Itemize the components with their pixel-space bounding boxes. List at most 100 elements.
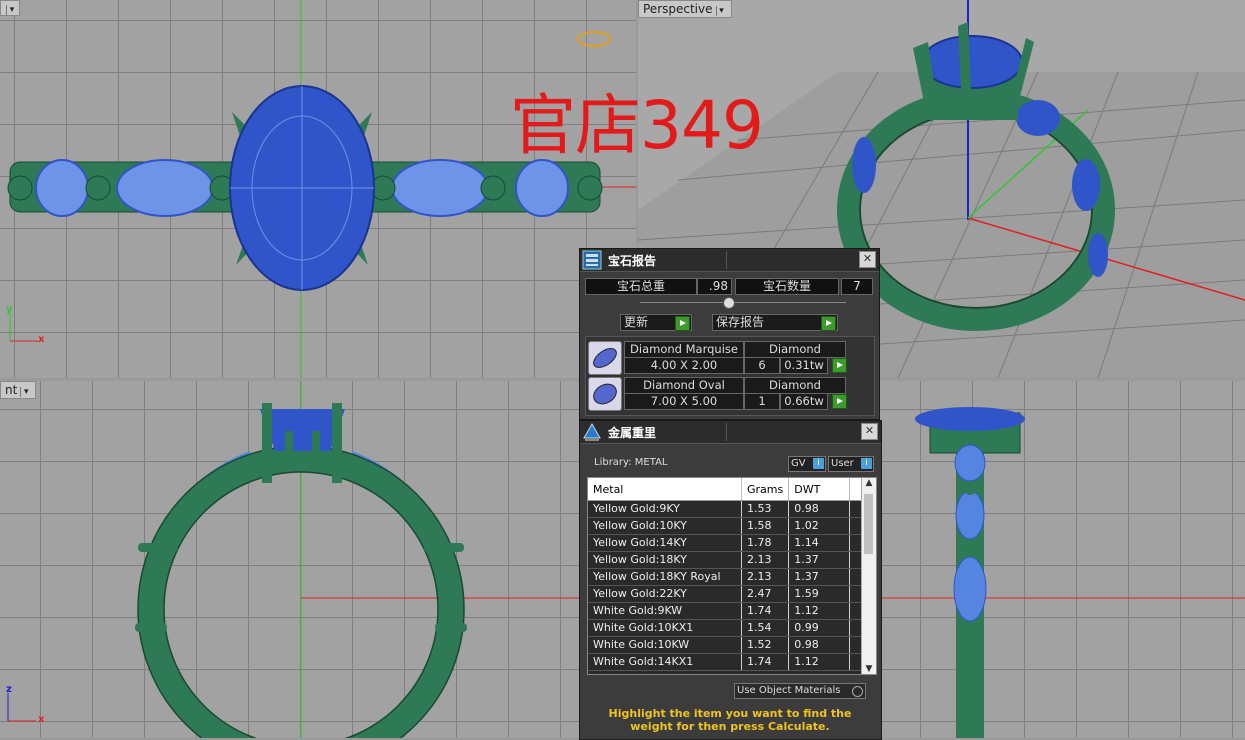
gem-row[interactable]: Diamond Oval Diamond 7.00 X 5.00 1 0.66t… [588, 377, 847, 411]
grams-cell: 1.74 [741, 653, 790, 671]
axis-y-label: y [6, 304, 13, 315]
dwt-cell: 1.37 [788, 568, 851, 586]
table-row[interactable]: White Gold:10KW 1.52 0.98 [588, 636, 872, 654]
titlebar-divider [726, 251, 727, 269]
gem-count-value: 7 [841, 278, 873, 295]
dwt-cell: 0.98 [788, 500, 851, 518]
gem-name: Diamond Marquise [624, 341, 744, 358]
gem-report-title: 宝石报告 [608, 254, 657, 268]
table-row[interactable]: White Gold:10KX1 1.54 0.99 [588, 619, 872, 637]
metal-cell: Yellow Gold:18KY [588, 551, 742, 569]
table-row[interactable]: Yellow Gold:14KY 1.78 1.14 [588, 534, 872, 552]
save-report-label: 保存报告 [716, 315, 765, 329]
grams-cell: 1.74 [741, 602, 790, 620]
play-icon[interactable] [832, 394, 847, 409]
metal-cell: Yellow Gold:10KY [588, 517, 742, 535]
metal-cell: White Gold:10KW [588, 636, 742, 654]
metal-weight-title: 金属重里 [608, 426, 657, 440]
metal-table: Metal Grams DWT Yellow Gold:9KY 1.53 0.98 Y… [588, 478, 872, 671]
close-icon[interactable]: ✕ [861, 423, 878, 440]
metal-table-container[interactable]: Metal Grams DWT Yellow Gold:9KY 1.53 0.98 Y… [587, 477, 877, 675]
info-icon: i [861, 458, 872, 469]
metal-cell: White Gold:14KX1 [588, 653, 742, 671]
top-viewport[interactable]: x y ▾ [0, 0, 636, 378]
play-icon [675, 316, 690, 331]
update-button[interactable]: 更新 [620, 314, 692, 331]
scroll-down-icon[interactable]: ▼ [862, 664, 876, 674]
update-label: 更新 [624, 315, 649, 329]
save-report-button[interactable]: 保存报告 [712, 314, 838, 331]
use-object-materials-label: Use Object Materials [737, 685, 841, 696]
gem-qty: 6 [744, 357, 780, 374]
front-view-label: nt [5, 383, 18, 397]
column-header-dwt[interactable]: DWT [788, 478, 851, 501]
dwt-cell: 1.12 [788, 653, 851, 671]
table-scrollbar[interactable]: ▲ ▼ [861, 478, 876, 674]
gv-label: GV [791, 458, 806, 469]
scroll-up-icon[interactable]: ▲ [862, 478, 876, 488]
column-header-metal[interactable]: Metal [588, 478, 742, 501]
top-view-menu[interactable]: ▾ [0, 0, 20, 16]
total-weight-value: .98 [697, 278, 732, 295]
close-icon[interactable]: ✕ [859, 251, 876, 268]
gem-row[interactable]: Diamond Marquise Diamond 4.00 X 2.00 6 0… [588, 341, 847, 375]
metal-cell: White Gold:9KW [588, 602, 742, 620]
use-object-materials-toggle[interactable]: Use Object Materials [734, 683, 866, 699]
grams-cell: 2.13 [741, 568, 790, 586]
play-icon[interactable] [832, 358, 847, 373]
slider-track[interactable] [640, 302, 846, 303]
dwt-cell: 0.98 [788, 636, 851, 654]
axis-x-label: x [38, 334, 45, 345]
dwt-cell: 0.99 [788, 619, 851, 637]
right-viewport[interactable] [910, 381, 1245, 738]
grams-cell: 2.13 [741, 551, 790, 569]
gv-button[interactable]: GV i [788, 456, 826, 472]
gem-report-dialog: 宝石报告 ✕ 宝石总重 .98 宝石数量 7 更新 保存报告 Diamond M… [579, 248, 880, 420]
metal-cell: Yellow Gold:22KY [588, 585, 742, 603]
grams-cell: 1.53 [741, 500, 790, 518]
table-row[interactable]: Yellow Gold:9KY 1.53 0.98 [588, 500, 872, 518]
gem-size: 7.00 X 5.00 [624, 393, 744, 410]
metal-cell: Yellow Gold:14KY [588, 534, 742, 552]
front-view-menu[interactable]: nt ▾ [0, 381, 37, 399]
library-label: Library: METAL [594, 457, 668, 468]
dwt-cell: 1.14 [788, 534, 851, 552]
gem-size: 4.00 X 2.00 [624, 357, 744, 374]
titlebar-divider [726, 423, 727, 441]
table-row[interactable]: White Gold:9KW 1.74 1.12 [588, 602, 872, 620]
oval-gem-icon [588, 377, 622, 411]
column-header-grams[interactable]: Grams [741, 478, 790, 501]
table-row[interactable]: Yellow Gold:22KY 2.47 1.59 [588, 585, 872, 603]
dwt-cell: 1.12 [788, 602, 851, 620]
user-label: User [831, 458, 854, 469]
gem-material: Diamond [744, 341, 846, 358]
axis-z-label: z [6, 684, 12, 695]
grams-cell: 1.52 [741, 636, 790, 654]
dwt-cell: 1.02 [788, 517, 851, 535]
gem-weight: 0.66tw [780, 393, 828, 410]
table-row[interactable]: Yellow Gold:18KY 2.13 1.37 [588, 551, 872, 569]
user-button[interactable]: User i [828, 456, 874, 472]
table-row[interactable]: Yellow Gold:10KY 1.58 1.02 [588, 517, 872, 535]
top-view-model [7, 0, 636, 378]
chevron-down-icon: ▾ [20, 387, 31, 397]
metal-weight-dialog: 金属重里 ✕ Library: METAL GV i User i Metal … [579, 420, 882, 740]
metal-weight-titlebar[interactable]: 金属重里 ✕ [580, 421, 881, 444]
perspective-view-menu[interactable]: Perspective ▾ [638, 0, 732, 18]
table-row[interactable]: Yellow Gold:18KY Royal 2.13 1.37 [588, 568, 872, 586]
gem-report-titlebar[interactable]: 宝石报告 ✕ [580, 249, 879, 272]
slider-handle[interactable] [723, 297, 735, 309]
gem-report-icon [582, 250, 602, 270]
scroll-thumb[interactable] [864, 494, 873, 554]
gem-count-label: 宝石数量 [735, 278, 839, 295]
perspective-label: Perspective [643, 2, 713, 16]
table-row[interactable]: White Gold:14KX1 1.74 1.12 [588, 653, 872, 671]
grams-cell: 1.78 [741, 534, 790, 552]
gem-name: Diamond Oval [624, 377, 744, 394]
metal-cell: Yellow Gold:9KY [588, 500, 742, 518]
right-view-model [910, 407, 1245, 738]
axis-x-label: x [38, 714, 45, 725]
marquise-gem-icon [588, 341, 622, 375]
radio-icon [852, 686, 863, 697]
grams-cell: 1.58 [741, 517, 790, 535]
